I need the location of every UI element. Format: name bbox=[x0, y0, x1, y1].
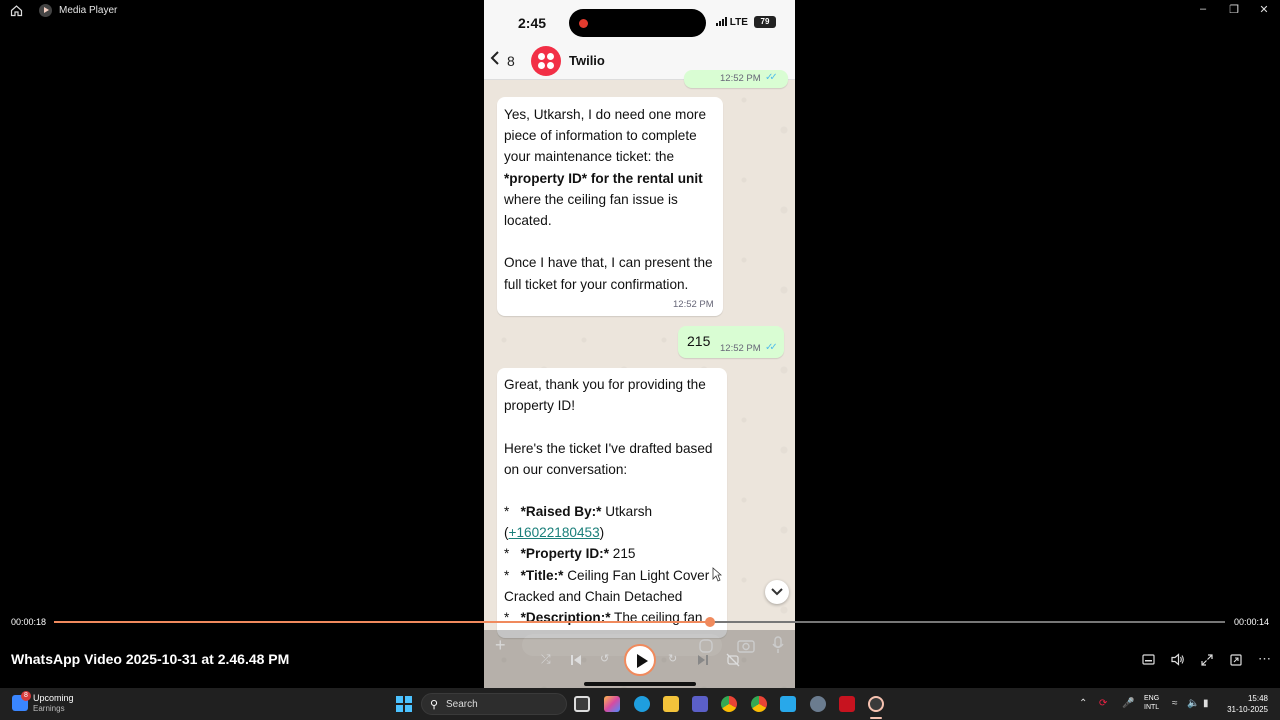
file-explorer-icon[interactable] bbox=[663, 696, 679, 712]
copilot-icon[interactable] bbox=[604, 696, 620, 712]
chrome-icon[interactable] bbox=[751, 696, 767, 712]
window-title: Media Player bbox=[59, 5, 118, 16]
edge-icon[interactable] bbox=[634, 696, 650, 712]
task-view-icon[interactable] bbox=[574, 696, 590, 712]
seek-bar: 00:00:18 00:00:14 bbox=[0, 612, 1280, 632]
message-text: Great, thank you for providing the prope… bbox=[504, 377, 713, 477]
message-timestamp: 12:52 PM bbox=[720, 73, 761, 84]
sync-icon[interactable]: ⟳ bbox=[1099, 698, 1107, 709]
widget-subtitle: Earnings bbox=[33, 704, 65, 713]
recording-indicator-icon bbox=[579, 19, 588, 28]
close-button[interactable]: ✕ bbox=[1254, 3, 1274, 16]
scroll-down-button[interactable] bbox=[765, 580, 789, 604]
back-chevron-icon[interactable] bbox=[490, 50, 500, 71]
mini-player-icon[interactable] bbox=[1230, 654, 1242, 666]
taskbar: 8 Upcoming Earnings ⚲ Search ⌃ ⟳ 🎤 ENG I… bbox=[0, 688, 1280, 720]
mouse-cursor-icon bbox=[712, 567, 722, 582]
windows-start-icon[interactable] bbox=[396, 696, 412, 712]
seek-progress bbox=[54, 621, 710, 623]
home-icon[interactable] bbox=[10, 4, 23, 22]
seek-thumb[interactable] bbox=[704, 617, 715, 627]
more-options-icon[interactable]: ⋯ bbox=[1258, 651, 1271, 667]
signal-icon bbox=[716, 17, 727, 26]
notification-badge: 8 bbox=[21, 691, 31, 701]
active-app-indicator bbox=[870, 717, 882, 719]
previous-icon[interactable] bbox=[570, 654, 582, 666]
maximize-button[interactable]: ❐ bbox=[1224, 3, 1244, 16]
speaker-icon[interactable]: 🔈 bbox=[1187, 698, 1199, 709]
taskbar-search[interactable]: ⚲ Search bbox=[421, 693, 567, 715]
shuffle-icon[interactable]: ⤮ bbox=[541, 652, 551, 667]
duration: 00:00:14 bbox=[1233, 617, 1269, 627]
incoming-message: Yes, Utkarsh, I do need one more piece o… bbox=[497, 97, 723, 316]
ticket-details: * *Raised By:* Utkarsh (+16022180453) * … bbox=[504, 504, 710, 626]
play-button[interactable] bbox=[624, 644, 656, 676]
show-hidden-icons-chevron-icon[interactable]: ⌃ bbox=[1079, 698, 1087, 709]
video-title: WhatsApp Video 2025-10-31 at 2.46.48 PM bbox=[11, 651, 290, 667]
phone-clock: 2:45 bbox=[518, 15, 547, 31]
contact-name[interactable]: Twilio bbox=[569, 53, 605, 68]
acrobat-icon[interactable] bbox=[839, 696, 855, 712]
wifi-icon[interactable]: ≈ bbox=[1172, 698, 1178, 709]
message-text: 215 bbox=[687, 333, 711, 349]
network-type: LTE bbox=[729, 17, 748, 28]
phone-link[interactable]: +16022180453 bbox=[509, 525, 600, 540]
minimize-button[interactable]: – bbox=[1193, 3, 1213, 15]
outgoing-message-partial: 12:52 PM ✓✓ bbox=[684, 70, 788, 88]
volume-icon[interactable] bbox=[1171, 653, 1185, 666]
microphone-tray-icon[interactable]: 🎤 bbox=[1122, 698, 1134, 709]
message-text: Yes, Utkarsh, I do need one more piece o… bbox=[504, 107, 713, 292]
language-indicator[interactable]: ENG INTL bbox=[1144, 694, 1159, 712]
read-receipt-icon: ✓✓ bbox=[765, 342, 778, 353]
dynamic-island bbox=[569, 9, 706, 37]
message-timestamp: 12:52 PM bbox=[720, 343, 761, 354]
skip-back-10-icon[interactable]: ↺ bbox=[600, 652, 609, 665]
chrome-profile-icon[interactable] bbox=[721, 696, 737, 712]
contact-avatar[interactable] bbox=[531, 46, 561, 76]
fullscreen-icon[interactable] bbox=[1201, 654, 1213, 666]
media-player-icon bbox=[39, 4, 52, 17]
message-timestamp: 12:52 PM bbox=[673, 299, 714, 310]
incoming-ticket-message: Great, thank you for providing the prope… bbox=[497, 368, 727, 638]
microphone-icon bbox=[772, 636, 784, 653]
current-time: 00:00:18 bbox=[11, 617, 47, 627]
phone-screen: 2:45 LTE 79 8 Twilio 12:52 PM ✓✓ Yes, Ut… bbox=[484, 0, 795, 688]
media-player-taskbar-icon[interactable] bbox=[868, 696, 884, 712]
seek-track[interactable] bbox=[54, 617, 1225, 627]
battery-tray-icon[interactable]: ▮ bbox=[1203, 698, 1209, 709]
outgoing-message: 215 12:52 PM ✓✓ bbox=[678, 326, 784, 358]
search-icon: ⚲ bbox=[430, 699, 439, 711]
add-icon: + bbox=[495, 635, 506, 655]
camera-icon bbox=[737, 640, 755, 653]
phone-home-indicator bbox=[584, 682, 696, 686]
system-clock[interactable]: 15:48 31-10-2025 bbox=[1226, 693, 1268, 715]
sticker-icon bbox=[699, 639, 713, 653]
settings-gear-icon[interactable] bbox=[810, 696, 826, 712]
read-receipt-icon: ✓✓ bbox=[765, 72, 778, 83]
unread-count[interactable]: 8 bbox=[507, 53, 515, 69]
next-icon[interactable] bbox=[697, 654, 709, 666]
chevron-down-icon bbox=[771, 588, 783, 596]
teams-icon[interactable] bbox=[692, 696, 708, 712]
battery-level: 79 bbox=[754, 16, 776, 28]
notepad-icon[interactable] bbox=[780, 696, 796, 712]
network-status: LTE bbox=[716, 17, 748, 28]
repeat-off-icon[interactable] bbox=[726, 653, 740, 667]
widget-title: Upcoming bbox=[33, 693, 74, 703]
message-input bbox=[522, 634, 722, 656]
captions-icon[interactable] bbox=[1142, 654, 1155, 665]
phone-status-bar: 2:45 LTE 79 bbox=[484, 0, 795, 42]
search-placeholder: Search bbox=[446, 699, 478, 710]
skip-forward-30-icon[interactable]: ↻ bbox=[668, 652, 677, 665]
